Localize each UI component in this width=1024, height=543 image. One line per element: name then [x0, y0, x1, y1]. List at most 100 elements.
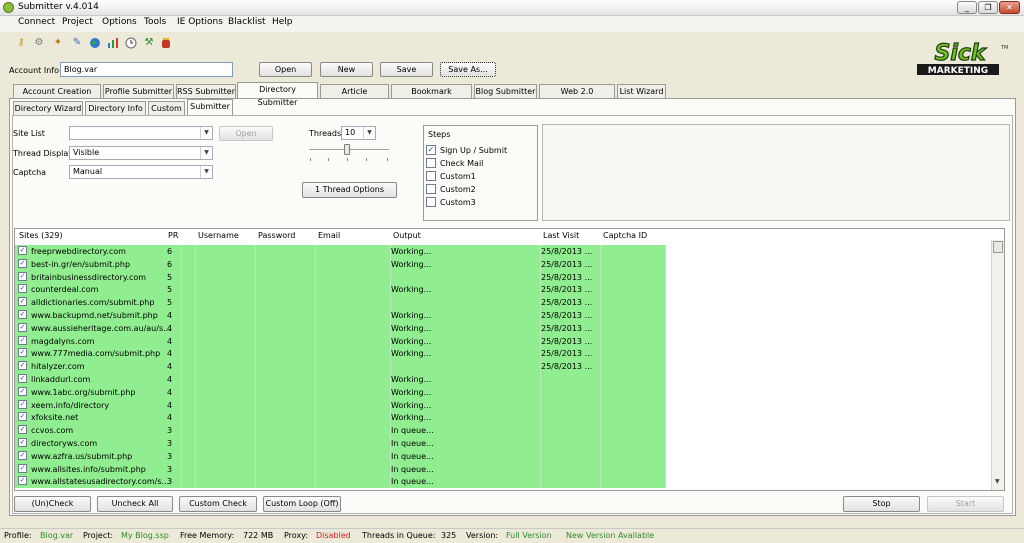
tab-directory-wizard[interactable]: Directory Wizard [13, 101, 83, 115]
column-header-last-visit[interactable]: Last Visit [543, 231, 579, 240]
column-header-email[interactable]: Email [318, 231, 340, 240]
step-checkbox[interactable] [426, 171, 436, 181]
column-header-pr[interactable]: PR [168, 231, 178, 240]
table-row[interactable]: ✓ www.allsites.info/submit.php 3 In queue..… [15, 462, 666, 476]
table-row[interactable]: ✓ hitalyzer.com 4 25/8/2013 ... [15, 360, 666, 374]
table-row[interactable]: ✓ ccvos.com 3 In queue... [15, 424, 666, 438]
table-row[interactable]: ✓ www.1abc.org/submit.php 4 Working... [15, 385, 666, 399]
table-row[interactable]: ✓ www.777media.com/submit.php 4 Working... 2… [15, 347, 666, 361]
menu-tools[interactable]: Tools [144, 17, 166, 27]
table-row[interactable]: ✓ www.allstatesusadirectory.com/s... 3 In q… [15, 475, 666, 489]
table-row[interactable]: ✓ alldictionaries.com/submit.php 5 25/8/201… [15, 296, 666, 310]
row-checkbox[interactable]: ✓ [18, 322, 27, 332]
step-checkbox[interactable] [426, 184, 436, 194]
row-checkbox[interactable]: ✓ [18, 438, 27, 447]
row-checkbox[interactable]: ✓ [18, 450, 27, 460]
stop-button[interactable]: Stop [843, 496, 920, 512]
tab-bookmark-submitter[interactable]: Bookmark Submitter [391, 84, 472, 109]
row-checkbox[interactable]: ✓ [18, 310, 27, 319]
custom-check-button[interactable]: Custom Check [179, 496, 257, 512]
key-icon[interactable]: ⚷ [15, 37, 27, 49]
tab-web20-submitter[interactable]: Web 2.0 Submitter [539, 84, 615, 109]
tab-submitter[interactable]: Submitter [187, 99, 233, 115]
column-header-sites[interactable]: Sites (329) [19, 231, 63, 240]
step-checkbox[interactable]: ✓ [426, 145, 436, 155]
minimize-button[interactable]: _ [957, 1, 977, 14]
chart-icon[interactable] [107, 37, 119, 49]
column-header-username[interactable]: Username [198, 231, 239, 240]
table-row[interactable]: ✓ freeprwebdirectory.com 6 Working... 25/8/2… [15, 245, 666, 258]
row-checkbox[interactable]: ✓ [18, 335, 27, 345]
table-row[interactable]: ✓ best-in.gr/en/submit.php 6 Working... 25/8… [15, 257, 666, 271]
row-checkbox[interactable]: ✓ [18, 348, 27, 358]
column-header-output[interactable]: Output [393, 231, 421, 240]
menu-options[interactable]: Options [102, 17, 137, 27]
row-checkbox[interactable]: ✓ [18, 374, 27, 383]
menu-ie-options[interactable]: IE Options [177, 17, 223, 27]
globe-icon[interactable] [89, 37, 101, 49]
new-button[interactable]: New [320, 62, 373, 77]
column-header-password[interactable]: Password [258, 231, 295, 240]
site-list-select[interactable]: ▼ [69, 126, 213, 140]
save-as-button[interactable]: Save As... [440, 62, 496, 77]
tab-directory-submitter[interactable]: Directory Submitter [237, 82, 318, 107]
start-button[interactable]: Start [927, 496, 1004, 512]
site-list-open-button[interactable]: Open [219, 126, 273, 141]
menu-project[interactable]: Project [62, 17, 93, 27]
clock-icon[interactable] [125, 37, 137, 49]
menu-connect[interactable]: Connect [18, 17, 55, 27]
close-button[interactable]: ✕ [999, 1, 1020, 14]
log-textarea[interactable] [542, 124, 1010, 221]
row-checkbox[interactable]: ✓ [18, 258, 27, 268]
threads-slider-thumb[interactable] [344, 144, 350, 155]
uncheck-toggle-button[interactable]: (Un)Check [14, 496, 91, 512]
status-update-link[interactable]: New Version Available [566, 531, 654, 540]
wand-icon[interactable]: ✦ [52, 37, 64, 49]
row-checkbox[interactable]: ✓ [18, 246, 27, 255]
tab-blog-submitter[interactable]: Blog Submitter [474, 84, 537, 98]
gear-icon[interactable]: ⚙ [33, 37, 45, 49]
table-row[interactable]: ✓ xfoksite.net 4 Working... [15, 411, 666, 425]
custom-loop-button[interactable]: Custom Loop (Off) [263, 496, 341, 512]
row-checkbox[interactable]: ✓ [18, 476, 27, 486]
thread-display-select[interactable]: Visible ▼ [69, 146, 213, 160]
row-checkbox[interactable]: ✓ [18, 271, 27, 281]
thread-options-button[interactable]: 1 Thread Options [302, 182, 397, 198]
menu-blacklist[interactable]: Blacklist [228, 17, 266, 27]
table-row[interactable]: ✓ magdalyns.com 4 Working... 25/8/2013 ... [15, 334, 666, 348]
tab-rss-submitter[interactable]: RSS Submitter [176, 84, 236, 98]
row-checkbox[interactable]: ✓ [18, 297, 27, 307]
row-checkbox[interactable]: ✓ [18, 399, 27, 409]
tools-icon[interactable]: ⚒ [143, 37, 155, 49]
tab-list-wizard[interactable]: List Wizard [617, 84, 666, 98]
menu-help[interactable]: Help [272, 17, 293, 27]
table-row[interactable]: ✓ www.aussieheritage.com.au/au/s... 4 Worki… [15, 321, 666, 335]
table-row[interactable]: ✓ www.azfra.us/submit.php 3 In queue... [15, 449, 666, 463]
grid-scrollbar[interactable]: ▼ [991, 240, 1004, 490]
table-row[interactable]: ✓ counterdeal.com 5 Working... 25/8/2013 ... [15, 283, 666, 297]
tab-article-submitter[interactable]: Article Submitter [320, 84, 389, 109]
tab-custom[interactable]: Custom [148, 101, 185, 115]
step-checkbox[interactable] [426, 158, 436, 168]
row-checkbox[interactable]: ✓ [18, 284, 27, 294]
row-checkbox[interactable]: ✓ [18, 425, 27, 435]
open-button[interactable]: Open [259, 62, 312, 77]
uncheck-all-button[interactable]: Uncheck All [97, 496, 173, 512]
threads-select[interactable]: 10 ▼ [341, 126, 376, 140]
tab-profile-submitter[interactable]: Profile Submitter [103, 84, 174, 98]
table-row[interactable]: ✓ directoryws.com 3 In queue... [15, 437, 666, 450]
jar-icon[interactable] [160, 37, 172, 49]
step-checkbox[interactable] [426, 197, 436, 207]
scroll-thumb[interactable] [993, 241, 1003, 253]
scroll-down-arrow-icon[interactable]: ▼ [995, 478, 1000, 485]
column-header-captcha-id[interactable]: Captcha ID [603, 231, 647, 240]
table-row[interactable]: ✓ www.backupmd.net/submit.php 4 Working... 2… [15, 309, 666, 322]
tab-directory-info[interactable]: Directory Info [85, 101, 146, 115]
captcha-select[interactable]: Manual ▼ [69, 165, 213, 179]
table-row[interactable]: ✓ xeem.info/directory 4 Working... [15, 398, 666, 412]
row-checkbox[interactable]: ✓ [18, 386, 27, 396]
table-row[interactable]: ✓ britainbusinessdirectory.com 5 25/8/2013 … [15, 270, 666, 284]
row-checkbox[interactable]: ✓ [18, 361, 27, 371]
tab-account-creation-info[interactable]: Account Creation Info [13, 84, 101, 109]
edit-icon[interactable]: ✎ [71, 37, 83, 49]
